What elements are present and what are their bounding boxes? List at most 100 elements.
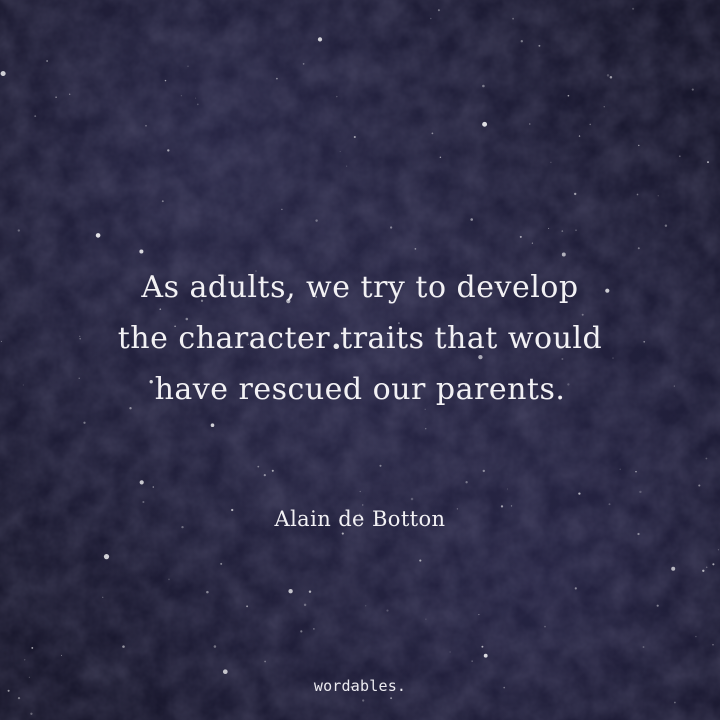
star-speck [544, 625, 546, 628]
star-speck [341, 532, 344, 535]
star-speck [642, 646, 645, 648]
star-speck [567, 94, 570, 97]
star-speck [414, 248, 417, 250]
star-speck [531, 242, 534, 244]
star-speck [548, 227, 550, 229]
star-speck [353, 135, 356, 139]
star-speck [83, 421, 86, 424]
star-speck [206, 590, 209, 594]
star-speck [430, 17, 432, 20]
star-speck [656, 604, 659, 607]
star-speck [55, 96, 57, 98]
star-speck [379, 464, 382, 467]
star-speck [639, 490, 642, 494]
star-speck [23, 659, 26, 661]
star-speck [220, 562, 223, 565]
star-speck [196, 103, 199, 106]
star-speck [561, 230, 564, 232]
star-speck [361, 504, 364, 506]
star-speck [520, 40, 523, 43]
star-speck [437, 9, 440, 12]
star-speck [246, 605, 249, 608]
star-speck [161, 200, 164, 203]
star-speck [673, 385, 675, 387]
star-speck [302, 63, 305, 65]
star-speck [122, 645, 125, 648]
star-speck [637, 247, 640, 250]
star-speck [339, 151, 341, 152]
star-speck [519, 235, 522, 238]
star-speck [276, 77, 278, 80]
star-speck [419, 559, 422, 562]
star-speck [152, 486, 155, 488]
star-speck [315, 219, 318, 222]
star-speck [7, 689, 10, 692]
star-speck [167, 149, 170, 152]
star-speck [210, 423, 215, 428]
star-speck [0, 340, 2, 342]
star-speck [362, 699, 365, 702]
quote-text: As adults, we try to develop the charact… [60, 262, 660, 415]
star-speck [636, 193, 639, 196]
star-speck [561, 252, 566, 257]
star-speck [637, 532, 640, 536]
star-speck [574, 192, 577, 196]
star-speck [695, 635, 697, 638]
star-speck [481, 645, 484, 648]
star-speck [195, 97, 197, 99]
star-speck [506, 488, 508, 490]
star-speck [336, 95, 338, 98]
star-speck [657, 195, 659, 197]
star-speck [712, 644, 714, 646]
star-speck [95, 233, 101, 238]
star-speck [69, 93, 71, 95]
star-speck [313, 628, 315, 630]
star-speck [465, 481, 468, 484]
star-speck [257, 465, 260, 468]
star-speck [28, 676, 30, 678]
star-speck [705, 457, 708, 460]
star-speck [483, 653, 488, 658]
star-speck [288, 589, 293, 594]
star-speck [578, 135, 581, 137]
star-speck [139, 480, 144, 485]
star-speck [608, 503, 611, 506]
star-speck [187, 65, 189, 67]
star-speck [702, 569, 705, 572]
star-speck [164, 79, 167, 82]
quote-line: As adults, we try to develop [141, 270, 579, 305]
star-speck [529, 123, 531, 125]
star-speck [346, 165, 348, 167]
quote-line: have rescued our parents. [154, 372, 566, 407]
star-speck [538, 44, 541, 47]
star-speck [678, 155, 681, 158]
star-speck [574, 587, 577, 590]
star-speck [606, 74, 610, 77]
star-speck [17, 229, 20, 232]
star-speck [717, 549, 720, 551]
star-speck [603, 106, 605, 108]
star-speck [424, 427, 427, 430]
star-speck [22, 384, 24, 386]
star-speck [303, 603, 307, 607]
star-speck [281, 208, 283, 211]
star-speck [180, 95, 182, 97]
star-speck [264, 660, 266, 663]
star-speck [308, 590, 312, 593]
star-speck [213, 645, 217, 648]
star-speck [575, 229, 577, 232]
star-speck [0, 70, 6, 77]
star-speck [31, 646, 34, 649]
star-speck [512, 17, 514, 20]
star-speck [691, 88, 694, 91]
star-speck [317, 37, 323, 42]
star-speck [589, 123, 591, 126]
brand-logo: wordables. [313, 677, 407, 695]
star-speck [103, 553, 110, 560]
star-speck [102, 596, 104, 598]
star-speck [635, 470, 637, 473]
star-speck [470, 218, 474, 221]
star-speck [671, 566, 676, 571]
star-speck [503, 686, 506, 689]
star-speck [698, 484, 701, 487]
